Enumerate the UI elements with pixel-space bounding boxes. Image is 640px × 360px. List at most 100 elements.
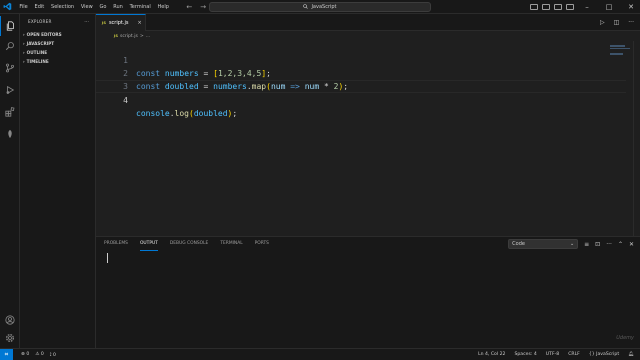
menu-bar: File Edit Selection View Go Run Terminal… bbox=[16, 0, 172, 14]
output-channel-select[interactable]: Code ⌄ bbox=[508, 239, 579, 249]
explorer-sidebar: EXPLORER ··· › OPEN EDITORS › JAVASCRIPT ›… bbox=[20, 14, 96, 348]
filter-list-icon[interactable]: ≡ bbox=[584, 241, 589, 248]
udemy-watermark: Udemy bbox=[616, 335, 634, 341]
maximize-button[interactable]: □ bbox=[600, 0, 618, 14]
breadcrumb-symbol[interactable]: ... bbox=[146, 34, 150, 39]
more-actions-icon[interactable]: ··· bbox=[84, 14, 89, 30]
close-icon[interactable]: × bbox=[137, 20, 141, 26]
section-timeline[interactable]: › TIMELINE bbox=[20, 57, 95, 66]
code-line[interactable]: 3 bbox=[96, 67, 626, 91]
accounts-icon[interactable] bbox=[0, 310, 20, 330]
line-number: 4 bbox=[123, 96, 128, 105]
explorer-title: EXPLORER bbox=[28, 19, 52, 24]
editor-tabs: JS script.js × ▷ ◫ ··· bbox=[96, 14, 640, 31]
tab-ports[interactable]: PORTS bbox=[255, 237, 269, 251]
toggle-secondary-sidebar-icon[interactable] bbox=[554, 4, 562, 10]
split-editor-icon[interactable]: ◫ bbox=[614, 19, 620, 26]
error-count: 0 bbox=[26, 352, 30, 357]
variable-token: console bbox=[136, 109, 170, 118]
menu-run[interactable]: Run bbox=[110, 0, 126, 14]
errors-status[interactable]: ⊗ 0 bbox=[21, 352, 29, 357]
error-icon: ⊗ bbox=[21, 352, 25, 357]
breadcrumb-separator: > bbox=[139, 33, 144, 39]
search-activity-icon[interactable] bbox=[0, 36, 20, 56]
close-window-button[interactable]: ✕ bbox=[622, 0, 640, 14]
menu-file[interactable]: File bbox=[16, 0, 31, 14]
chevron-right-icon: › bbox=[23, 32, 25, 37]
cursor-position[interactable]: Ln 4, Col 22 bbox=[478, 352, 505, 357]
language-mode[interactable]: {} JavaScript bbox=[589, 352, 619, 357]
toggle-sidebar-icon[interactable] bbox=[530, 4, 538, 10]
semicolon-token: ; bbox=[232, 109, 238, 118]
close-icon[interactable]: ✕ bbox=[629, 241, 634, 248]
method-token: log bbox=[174, 109, 189, 118]
run-file-icon[interactable]: ▷ bbox=[600, 19, 605, 26]
remote-explorer-icon[interactable] bbox=[0, 124, 20, 144]
warnings-status[interactable]: ⚠ 0 bbox=[35, 352, 44, 357]
chevron-right-icon: › bbox=[23, 59, 25, 64]
explorer-files-icon[interactable] bbox=[0, 16, 20, 36]
search-label: JavaScript bbox=[311, 4, 337, 10]
section-label: TIMELINE bbox=[26, 59, 49, 64]
code-line[interactable]: 2 const doubled = numbers.map(num => num… bbox=[96, 54, 626, 91]
lock-icon[interactable]: ⊡ bbox=[595, 241, 600, 248]
ports-icon: ⟟ bbox=[49, 352, 52, 358]
menu-terminal[interactable]: Terminal bbox=[126, 0, 154, 14]
customize-layout-icon[interactable] bbox=[566, 4, 574, 10]
section-javascript[interactable]: › JAVASCRIPT bbox=[20, 39, 95, 48]
indentation[interactable]: Spaces: 4 bbox=[514, 352, 536, 357]
more-actions-icon[interactable]: ··· bbox=[628, 19, 634, 26]
command-center-search[interactable]: JavaScript bbox=[209, 2, 431, 12]
tab-terminal[interactable]: TERMINAL bbox=[220, 237, 242, 251]
code-editor[interactable]: 1 const numbers = [1,2,3,4,5]; 2 const d… bbox=[96, 41, 640, 236]
notifications-bell-icon[interactable]: 🔔︎ bbox=[628, 352, 634, 357]
status-bar: ⌗ ⊗ 0 ⚠ 0 ⟟ 0 Ln 4, Col 22 Spaces: 4 UTF… bbox=[0, 348, 640, 360]
warning-icon: ⚠ bbox=[35, 352, 40, 357]
minimize-button[interactable]: – bbox=[578, 0, 596, 14]
ports-status[interactable]: ⟟ 0 bbox=[50, 352, 56, 358]
section-label: OUTLINE bbox=[26, 50, 48, 55]
section-label: JAVASCRIPT bbox=[26, 41, 55, 46]
code-line[interactable]: 1 const numbers = [1,2,3,4,5]; bbox=[96, 41, 626, 78]
remote-indicator-icon[interactable]: ⌗ bbox=[0, 349, 13, 360]
activity-bar bbox=[0, 14, 20, 348]
menu-view[interactable]: View bbox=[77, 0, 96, 14]
menu-go[interactable]: Go bbox=[96, 0, 110, 14]
arrow-right-icon[interactable]: → bbox=[200, 3, 206, 11]
chevron-down-icon: ⌄ bbox=[569, 241, 575, 247]
ports-count: 0 bbox=[52, 352, 56, 358]
javascript-file-icon: JS bbox=[114, 34, 118, 38]
language-label: JavaScript bbox=[596, 352, 620, 357]
encoding[interactable]: UTF-8 bbox=[546, 352, 559, 357]
menu-selection[interactable]: Selection bbox=[48, 0, 78, 14]
braces-icon: {} bbox=[588, 352, 595, 357]
source-control-icon[interactable] bbox=[0, 58, 20, 78]
extensions-icon[interactable] bbox=[0, 102, 20, 122]
menu-edit[interactable]: Edit bbox=[31, 0, 47, 14]
code-line-current[interactable]: 4 console.log(doubled); bbox=[96, 80, 626, 118]
toggle-panel-icon[interactable] bbox=[542, 4, 550, 10]
section-open-editors[interactable]: › OPEN EDITORS bbox=[20, 30, 95, 39]
tab-output[interactable]: OUTPUT bbox=[139, 237, 158, 251]
run-debug-icon[interactable] bbox=[0, 80, 20, 100]
more-actions-icon[interactable]: ··· bbox=[606, 241, 612, 248]
bottom-panel: PROBLEMS OUTPUT DEBUG CONSOLE TERMINAL P… bbox=[96, 236, 640, 348]
tab-problems[interactable]: PROBLEMS bbox=[104, 237, 128, 251]
arrow-left-icon[interactable]: ← bbox=[186, 3, 192, 11]
javascript-file-icon: JS bbox=[102, 21, 106, 25]
tab-script-js[interactable]: JS script.js × bbox=[96, 14, 146, 31]
minimap[interactable] bbox=[610, 45, 632, 56]
chevron-up-icon[interactable]: ⌃ bbox=[618, 241, 623, 248]
menu-help[interactable]: Help bbox=[154, 0, 172, 14]
section-outline[interactable]: › OUTLINE bbox=[20, 48, 95, 57]
manage-gear-icon[interactable] bbox=[0, 328, 20, 348]
breadcrumb-file[interactable]: script.js bbox=[120, 34, 138, 39]
warning-count: 0 bbox=[40, 352, 44, 357]
editor-scrollbar[interactable] bbox=[633, 41, 640, 236]
search-icon bbox=[303, 3, 309, 11]
vscode-logo-icon bbox=[0, 0, 14, 14]
breadcrumb: JS script.js > ... bbox=[96, 31, 640, 41]
end-of-line[interactable]: CRLF bbox=[568, 352, 580, 357]
tab-debug-console[interactable]: DEBUG CONSOLE bbox=[170, 237, 208, 251]
output-channel-value: Code bbox=[512, 241, 525, 247]
